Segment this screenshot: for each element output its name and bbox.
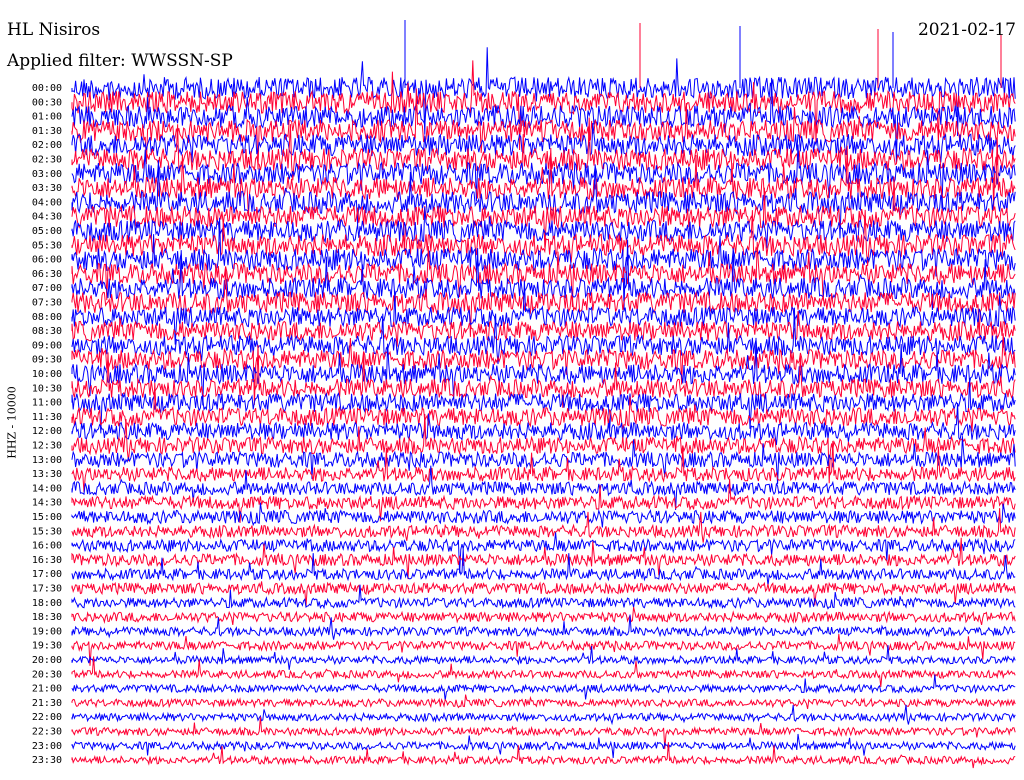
time-tick-label: 03:30 — [32, 183, 62, 194]
time-tick-label: 17:00 — [32, 569, 62, 580]
time-tick-label: 02:00 — [32, 140, 62, 151]
time-tick-label: 21:30 — [32, 698, 62, 709]
seismic-trace-row — [71, 548, 1016, 586]
time-tick-label: 12:30 — [32, 441, 62, 452]
seismic-trace-row — [71, 645, 1016, 670]
time-tick-label: 10:30 — [32, 383, 62, 394]
time-tick-label: 18:00 — [32, 598, 62, 609]
time-tick-label: 15:30 — [32, 526, 62, 537]
time-tick-label: 07:00 — [32, 283, 62, 294]
time-tick-label: 17:30 — [32, 584, 62, 595]
time-tick-label: 09:30 — [32, 355, 62, 366]
helicorder-plot: 00:00 00:30 01:00 01:30 02:00 02:30 03:00 03:30… — [32, 20, 1016, 769]
time-tick-label: 12:00 — [32, 426, 62, 437]
time-tick-label: 23:00 — [32, 741, 62, 752]
time-tick-label: 00:00 — [32, 83, 62, 94]
seismic-trace-row — [71, 694, 1016, 710]
time-tick-label: 20:30 — [32, 669, 62, 680]
time-tick-label: 23:30 — [32, 755, 62, 766]
time-tick-label: 19:30 — [32, 641, 62, 652]
time-tick-label: 21:00 — [32, 684, 62, 695]
seismic-trace-row — [71, 280, 1016, 345]
time-tick-label: 14:00 — [32, 483, 62, 494]
time-tick-label: 10:00 — [32, 369, 62, 380]
time-tick-label: 04:30 — [32, 212, 62, 223]
time-tick-labels: 00:00 00:30 01:00 01:30 02:00 02:30 03:00 03:30… — [32, 83, 62, 766]
seismic-trace-row — [71, 674, 1016, 701]
time-tick-label: 05:00 — [32, 226, 62, 237]
time-tick-label: 01:00 — [32, 112, 62, 123]
time-tick-label: 07:30 — [32, 298, 62, 309]
time-tick-label: 06:30 — [32, 269, 62, 280]
time-tick-label: 08:30 — [32, 326, 62, 337]
time-tick-label: 11:00 — [32, 398, 62, 409]
time-tick-label: 16:30 — [32, 555, 62, 566]
time-tick-label: 13:30 — [32, 469, 62, 480]
time-tick-label: 03:00 — [32, 169, 62, 180]
time-tick-label: 06:00 — [32, 255, 62, 266]
time-tick-label: 04:00 — [32, 197, 62, 208]
seismic-trace-row — [71, 532, 1016, 574]
time-tick-label: 09:00 — [32, 340, 62, 351]
seismic-trace-row — [71, 344, 1016, 408]
time-tick-label: 05:30 — [32, 240, 62, 251]
time-tick-label: 22:30 — [32, 727, 62, 738]
time-tick-label: 02:30 — [32, 155, 62, 166]
seismic-trace-row — [71, 606, 1016, 626]
time-tick-label: 08:00 — [32, 312, 62, 323]
seismic-trace-row — [71, 656, 1016, 687]
time-tick-label: 20:00 — [32, 655, 62, 666]
time-tick-label: 00:30 — [32, 97, 62, 108]
seismic-trace-row — [71, 377, 1016, 434]
time-tick-label: 16:00 — [32, 541, 62, 552]
seismic-trace-row — [71, 704, 1016, 726]
time-tick-label: 19:00 — [32, 626, 62, 637]
trace-group — [71, 20, 1016, 769]
time-tick-label: 01:30 — [32, 126, 62, 137]
time-tick-label: 14:30 — [32, 498, 62, 509]
time-tick-label: 18:30 — [32, 612, 62, 623]
time-tick-label: 13:00 — [32, 455, 62, 466]
time-tick-label: 11:30 — [32, 412, 62, 423]
time-tick-label: 22:00 — [32, 712, 62, 723]
time-tick-label: 15:00 — [32, 512, 62, 523]
seismic-trace-row — [71, 633, 1016, 666]
